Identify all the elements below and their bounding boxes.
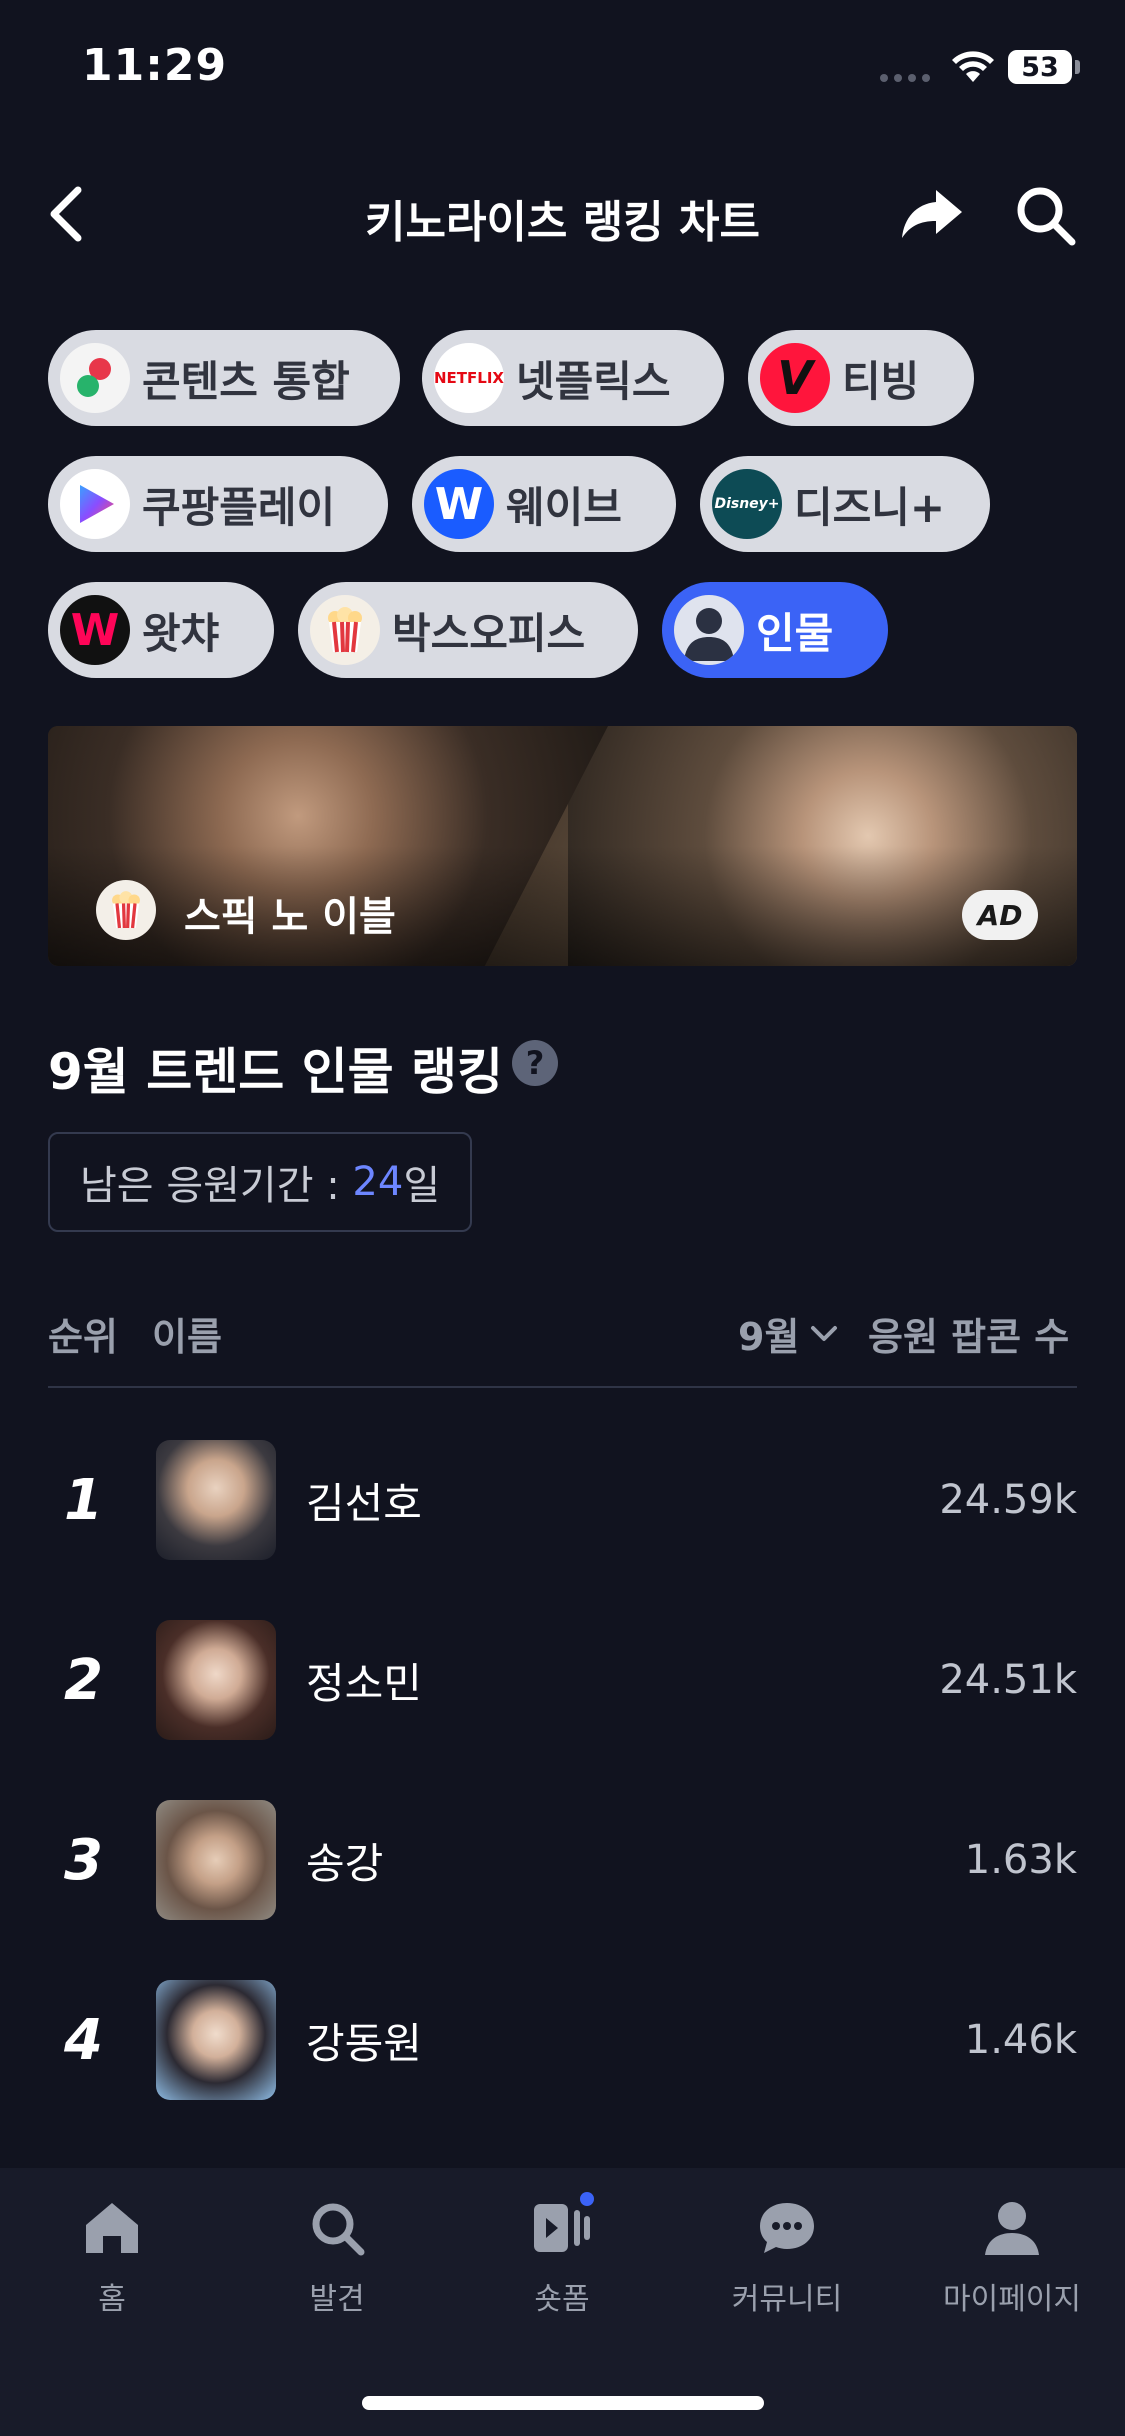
table-row[interactable]: 1 김선호 24.59k <box>0 1410 1125 1590</box>
search-button[interactable] <box>1014 184 1076 246</box>
share-button[interactable] <box>900 186 964 242</box>
search-icon <box>305 2196 369 2260</box>
filter-chip-contents[interactable]: 콘텐츠 통합 <box>48 330 400 426</box>
nav-mypage[interactable]: 마이페이지 <box>932 2196 1092 2318</box>
help-icon[interactable]: ? <box>512 1040 558 1086</box>
rank-number: 2 <box>64 1647 103 1713</box>
remaining-period-box: 남은 응원기간 : 24 일 <box>48 1132 472 1232</box>
filter-chip-coupangplay[interactable]: 쿠팡플레이 <box>48 456 388 552</box>
period-label: 남은 응원기간 : <box>80 1163 353 1209</box>
nav-discover[interactable]: 발견 <box>257 2196 417 2318</box>
avatar <box>156 1980 276 2100</box>
search-icon <box>1017 187 1076 246</box>
battery-tip <box>1075 60 1080 74</box>
chip-label: 디즈니+ <box>794 482 946 532</box>
period-unit: 일 <box>403 1163 441 1209</box>
rank-number: 3 <box>64 1827 103 1893</box>
popcorn-count: 1.63k <box>964 1837 1077 1883</box>
nav-label: 발견 <box>309 2282 365 2317</box>
month-selector-label: 9월 <box>738 1315 800 1359</box>
column-header-popcorn-count: 응원 팝콘 수 <box>868 1315 1070 1359</box>
notification-dot <box>580 2192 594 2206</box>
chat-bubble-icon <box>755 2196 819 2260</box>
filter-chip-person[interactable]: 인물 <box>662 582 888 678</box>
table-row[interactable]: 2 정소민 24.51k <box>0 1590 1125 1770</box>
avatar <box>156 1440 276 1560</box>
chip-label: 콘텐츠 통합 <box>142 356 350 406</box>
profile-icon <box>980 2196 1044 2260</box>
chip-label: 넷플릭스 <box>516 356 671 406</box>
column-header-name: 이름 <box>152 1315 222 1359</box>
person-name: 송강 <box>306 1838 384 1888</box>
popcorn-count: 24.51k <box>939 1657 1077 1703</box>
popcorn-icon <box>96 880 156 940</box>
nav-community[interactable]: 커뮤니티 <box>707 2196 867 2318</box>
filter-chip-netflix[interactable]: NETFLIX 넷플릭스 <box>422 330 724 426</box>
battery-icon: 53 <box>1008 50 1072 84</box>
contents-logo-icon <box>60 343 130 413</box>
cellular-signal-icon <box>880 74 932 82</box>
banner-title: 스픽 노 이블 <box>184 894 396 940</box>
filter-chip-tving[interactable]: V 티빙 <box>748 330 974 426</box>
column-header-rank: 순위 <box>48 1315 118 1359</box>
share-arrow-icon <box>902 190 962 238</box>
disneyplus-logo-icon: Disney+ <box>712 469 782 539</box>
filter-chip-boxoffice[interactable]: 박스오피스 <box>298 582 638 678</box>
status-time: 11:29 <box>82 40 228 91</box>
nav-label: 마이페이지 <box>943 2282 1081 2317</box>
filter-chip-watcha[interactable]: W 왓챠 <box>48 582 274 678</box>
avatar <box>156 1620 276 1740</box>
chip-label: 인물 <box>756 608 834 658</box>
table-row[interactable]: 4 강동원 1.46k <box>0 1950 1125 2130</box>
chevron-down-icon <box>811 1325 838 1341</box>
wifi-icon <box>950 48 996 88</box>
filter-chip-wavve[interactable]: W 웨이브 <box>412 456 676 552</box>
popcorn-icon <box>310 595 380 665</box>
home-indicator <box>362 2396 764 2410</box>
watcha-logo-icon: W <box>60 595 130 665</box>
popcorn-count: 1.46k <box>964 2017 1077 2063</box>
month-selector[interactable]: 9월 <box>738 1306 839 1361</box>
person-name: 정소민 <box>306 1658 422 1708</box>
avatar <box>156 1800 276 1920</box>
nav-label: 커뮤니티 <box>731 2282 843 2317</box>
filter-chip-disneyplus[interactable]: Disney+ 디즈니+ <box>700 456 990 552</box>
nav-home[interactable]: 홈 <box>32 2196 192 2318</box>
person-icon <box>674 595 744 665</box>
chip-label: 박스오피스 <box>392 608 586 658</box>
nav-label: 숏폼 <box>534 2282 590 2317</box>
ad-badge: AD <box>962 890 1038 940</box>
rank-number: 4 <box>64 2007 103 2073</box>
table-row[interactable]: 3 송강 1.63k <box>0 1770 1125 1950</box>
table-divider <box>48 1386 1077 1388</box>
shortform-icon <box>530 2192 594 2260</box>
nav-shortform[interactable]: 숏폼 <box>482 2192 642 2318</box>
person-name: 강동원 <box>306 2018 422 2068</box>
chip-label: 티빙 <box>842 356 920 406</box>
wavve-logo-icon: W <box>424 469 494 539</box>
chip-label: 쿠팡플레이 <box>142 482 336 532</box>
nav-label: 홈 <box>98 2282 126 2317</box>
coupangplay-logo-icon <box>60 469 130 539</box>
chip-label: 왓챠 <box>142 608 220 658</box>
ad-banner[interactable]: 스픽 노 이블 AD <box>48 726 1077 966</box>
period-days: 24 <box>352 1159 404 1205</box>
netflix-logo-icon: NETFLIX <box>434 343 504 413</box>
section-title: 9월 트렌드 인물 랭킹 <box>48 1043 504 1101</box>
home-icon <box>80 2196 144 2260</box>
tving-logo-icon: V <box>760 343 830 413</box>
person-name: 김선호 <box>306 1478 422 1528</box>
rank-number: 1 <box>64 1467 103 1533</box>
chip-label: 웨이브 <box>506 482 622 532</box>
popcorn-count: 24.59k <box>939 1477 1077 1523</box>
